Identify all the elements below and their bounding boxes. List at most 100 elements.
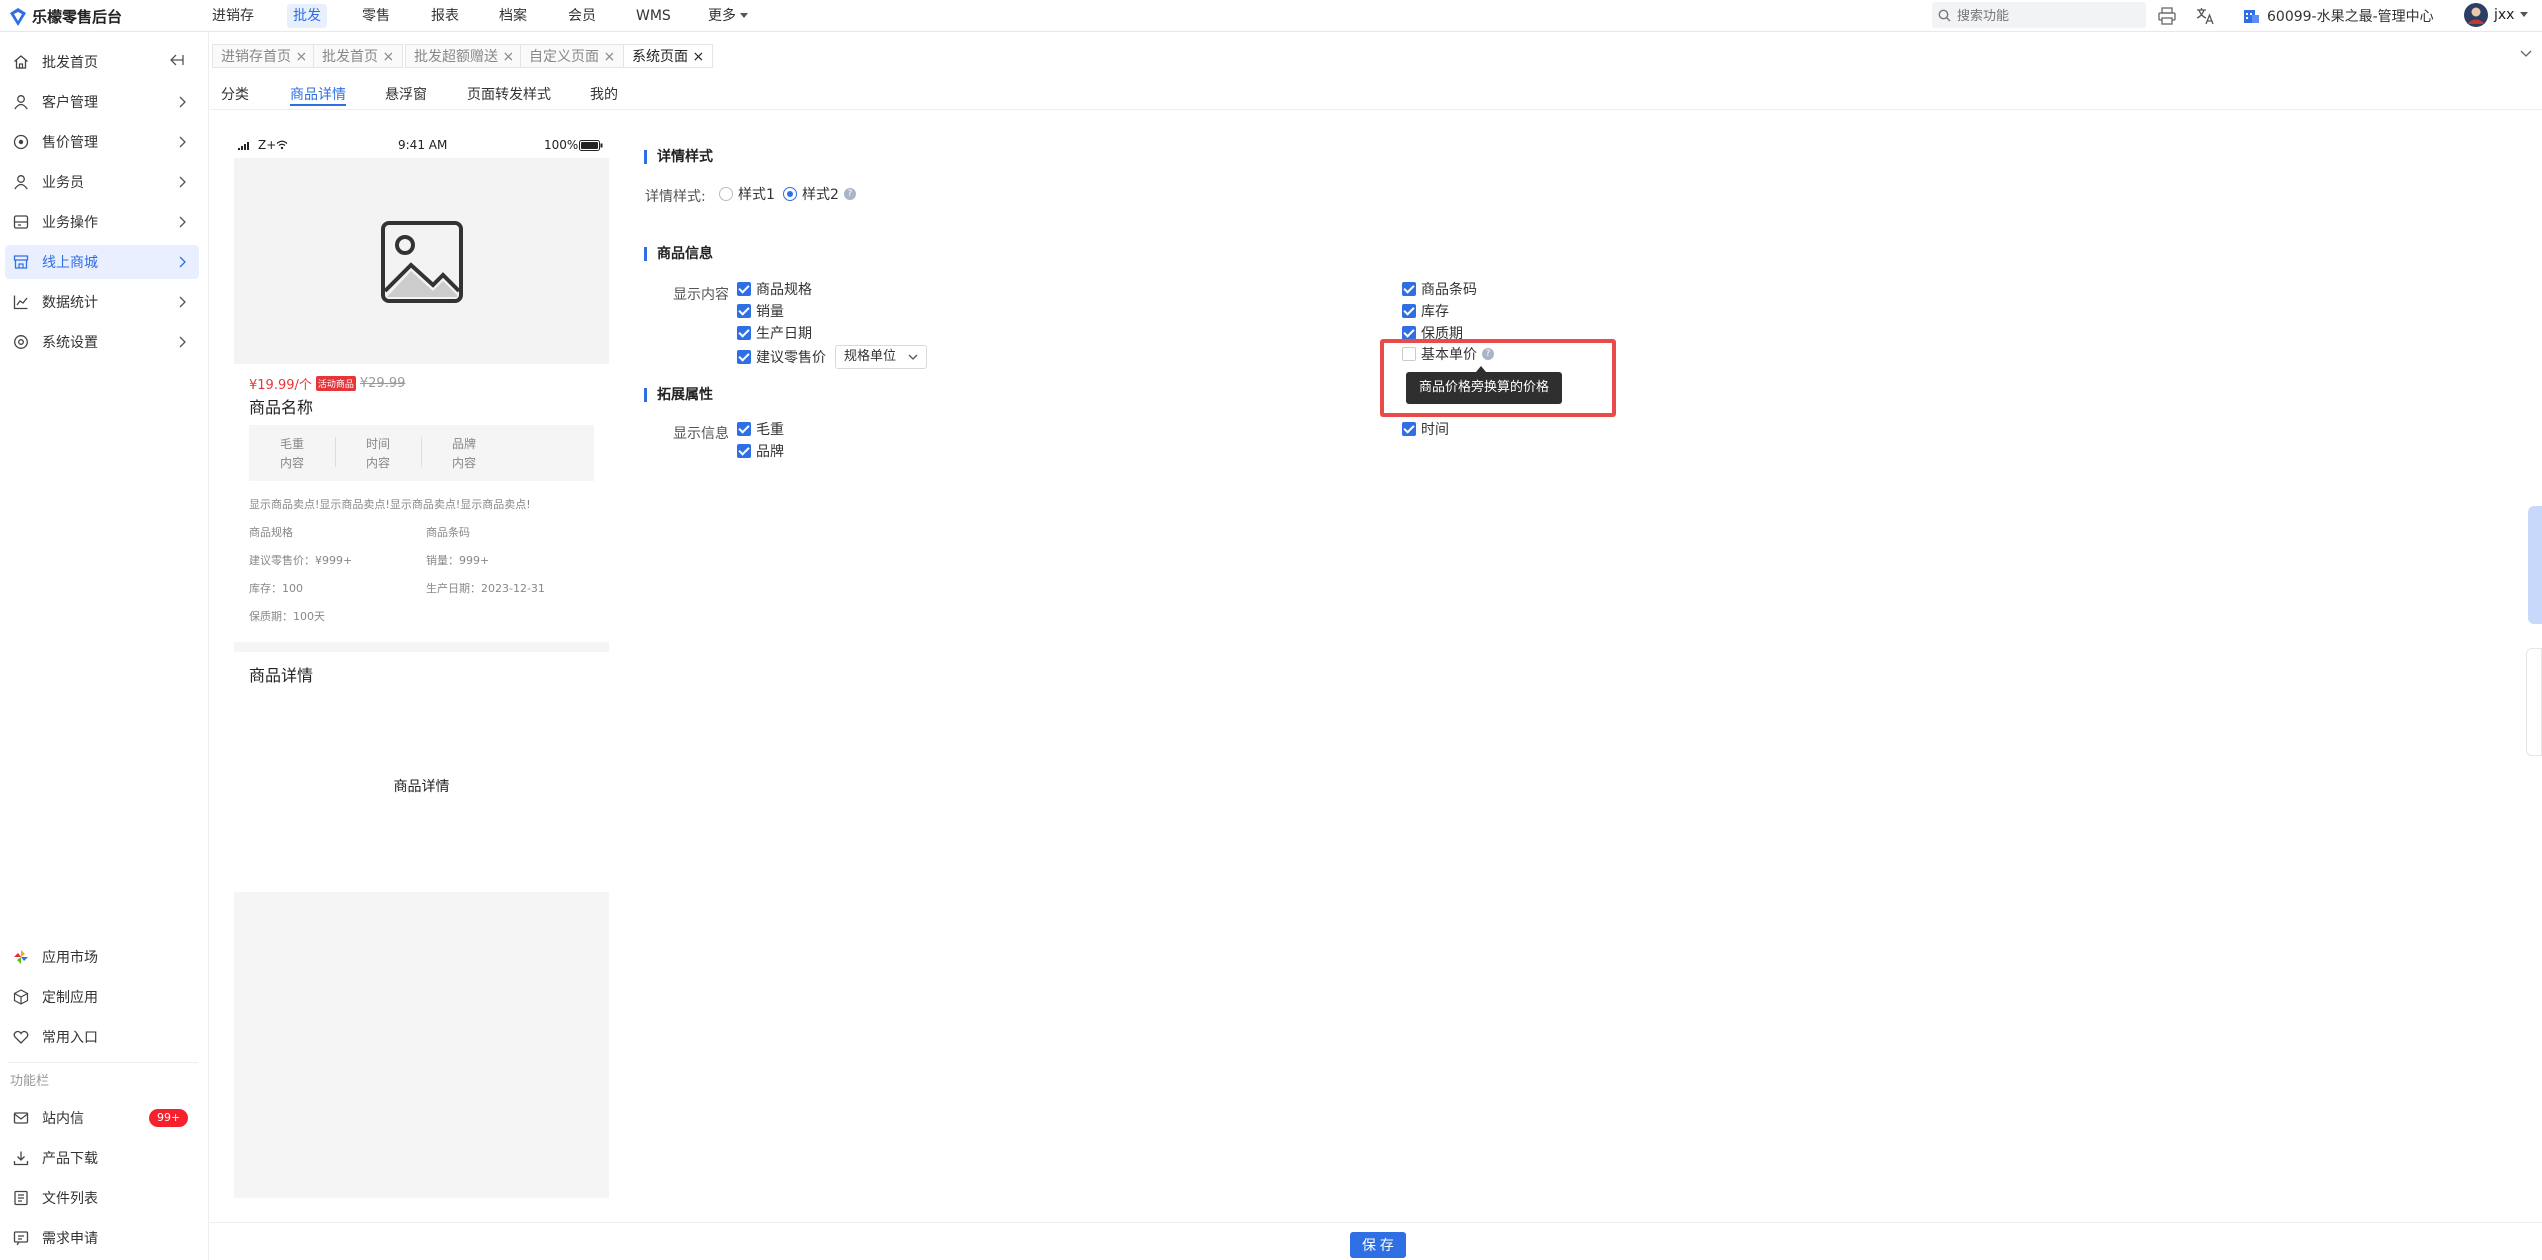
close-icon[interactable]: ×: [502, 49, 514, 65]
sidebar-item-messages[interactable]: 站内信 99+: [5, 1101, 199, 1135]
checkbox-checked[interactable]: [737, 444, 751, 458]
phone-time: 9:41 AM: [398, 138, 448, 152]
tab-custom-page[interactable]: 自定义页面 ×: [520, 44, 625, 68]
field-label: 生产日期: [756, 326, 812, 342]
radio-unchecked[interactable]: [719, 187, 733, 201]
ext-time-checkbox[interactable]: 时间: [1402, 420, 1449, 438]
checkbox-checked[interactable]: [1402, 282, 1416, 296]
topnav-item-retail[interactable]: 零售: [356, 4, 396, 28]
app-logo[interactable]: 乐檬零售后台: [10, 6, 122, 27]
sidebar-item-favorites[interactable]: 常用入口: [5, 1020, 199, 1054]
tab-system-page[interactable]: 系统页面 ×: [623, 44, 714, 68]
search-icon: [1938, 9, 1951, 21]
file-list-icon: [14, 1190, 28, 1206]
topnav-item-inventory[interactable]: 进销存: [206, 4, 260, 28]
sidebar-item-salesperson[interactable]: 业务员: [5, 165, 199, 199]
product-image-area: [234, 158, 609, 364]
subtab-floating-window[interactable]: 悬浮窗: [385, 84, 427, 104]
close-icon[interactable]: ×: [295, 49, 307, 65]
ext-brand-checkbox[interactable]: 品牌: [737, 442, 784, 460]
subtab-share-style[interactable]: 页面转发样式: [467, 84, 551, 104]
top-bar: 乐檬零售后台 进销存 批发 零售 报表 档案 会员 WMS 更多 60099-水…: [0, 0, 2542, 32]
close-icon[interactable]: ×: [382, 49, 394, 65]
chevron-down-icon[interactable]: [2520, 50, 2532, 58]
checkbox-checked[interactable]: [737, 282, 751, 296]
chevron-right-icon: [179, 96, 186, 108]
chart-icon: [13, 295, 28, 310]
sidebar-item-downloads[interactable]: 产品下载: [5, 1141, 199, 1175]
subtab-active-indicator: [290, 104, 346, 106]
checkbox-checked[interactable]: [737, 422, 751, 436]
unit-select[interactable]: 规格单位: [835, 345, 927, 369]
field-barcode-checkbox[interactable]: 商品条码: [1402, 280, 1477, 298]
detail-placeholder: 商品详情: [393, 779, 450, 795]
checkbox-checked[interactable]: [1402, 422, 1416, 436]
radio-checked[interactable]: [783, 187, 797, 201]
signal-icon: [238, 142, 249, 150]
user-menu[interactable]: jxx: [2464, 3, 2529, 27]
tab-wholesale-gift[interactable]: 批发超额赠送 ×: [405, 44, 524, 68]
operations-icon: [13, 215, 29, 229]
field-spec-checkbox[interactable]: 商品规格: [737, 280, 812, 298]
sidebar-item-online-mall[interactable]: 线上商城: [5, 245, 199, 279]
checkbox-checked[interactable]: [1402, 304, 1416, 318]
product-info-title: 商品信息: [644, 247, 713, 261]
chevron-right-icon: [179, 216, 186, 228]
subtab-category[interactable]: 分类: [221, 84, 249, 104]
field-sales-checkbox[interactable]: 销量: [737, 302, 784, 320]
topnav-item-wms[interactable]: WMS: [630, 4, 677, 28]
attr-key: 时间: [365, 437, 390, 451]
sidebar-item-settings[interactable]: 系统设置: [5, 325, 199, 359]
sidebar-item-customers[interactable]: 客户管理: [5, 85, 199, 119]
sidebar-item-label: 客户管理: [42, 95, 98, 111]
product-name: 商品名称: [249, 398, 314, 417]
sidebar-item-requests[interactable]: 需求申请: [5, 1221, 199, 1255]
subtab-mine[interactable]: 我的: [590, 84, 618, 104]
field-stock-checkbox[interactable]: 库存: [1402, 302, 1449, 320]
floating-panel[interactable]: [2526, 648, 2542, 756]
sidebar-item-wholesale-home[interactable]: 批发首页: [5, 45, 199, 79]
search-input[interactable]: [1957, 7, 2117, 23]
tab-inventory-home[interactable]: 进销存首页 ×: [212, 44, 317, 68]
checkbox-checked[interactable]: [737, 304, 751, 318]
close-icon[interactable]: ×: [603, 49, 615, 65]
sidebar-item-operations[interactable]: 业务操作: [5, 205, 199, 239]
printer-icon[interactable]: [2158, 7, 2176, 25]
sidebar-item-statistics[interactable]: 数据统计: [5, 285, 199, 319]
close-icon[interactable]: ×: [692, 49, 704, 65]
field-label: 毛重: [756, 422, 784, 438]
store-switcher[interactable]: 60099-水果之最-管理中心: [2243, 6, 2434, 26]
sidebar-item-file-list[interactable]: 文件列表: [5, 1181, 199, 1215]
field-retail-price-checkbox[interactable]: 建议零售价: [737, 348, 826, 366]
tab-label: 自定义页面: [529, 49, 599, 65]
translate-icon[interactable]: [2195, 6, 2215, 26]
home-icon: [14, 55, 28, 69]
sidebar-item-app-market[interactable]: 应用市场: [5, 940, 199, 974]
tab-wholesale-home[interactable]: 批发首页 ×: [313, 44, 404, 68]
field-prod-date-checkbox[interactable]: 生产日期: [737, 324, 812, 342]
save-button[interactable]: 保 存: [1350, 1232, 1406, 1258]
topnav-item-more[interactable]: 更多: [702, 4, 754, 28]
checkbox-checked[interactable]: [1402, 326, 1416, 340]
sidebar-item-pricing[interactable]: 售价管理: [5, 125, 199, 159]
search-box[interactable]: [1932, 2, 2146, 28]
topnav-item-archive[interactable]: 档案: [493, 4, 533, 28]
subtab-product-detail[interactable]: 商品详情: [290, 84, 346, 104]
sidebar-item-label: 批发首页: [42, 55, 98, 71]
price-icon: [13, 134, 29, 150]
topnav-item-wholesale[interactable]: 批发: [287, 4, 327, 28]
help-icon[interactable]: ?: [843, 188, 856, 200]
style2-radio[interactable]: 样式2 ?: [783, 185, 856, 203]
attribute-item: 毛重 内容: [249, 435, 335, 473]
style1-radio[interactable]: 样式1: [719, 185, 775, 203]
promo-tag: 活动商品: [315, 376, 356, 391]
checkbox-checked[interactable]: [737, 326, 751, 340]
floating-toolbar[interactable]: [2528, 506, 2542, 624]
ext-gross-weight-checkbox[interactable]: 毛重: [737, 420, 784, 438]
topnav-item-reports[interactable]: 报表: [425, 4, 465, 28]
topnav-item-members[interactable]: 会员: [562, 4, 602, 28]
sidebar-item-custom-apps[interactable]: 定制应用: [5, 980, 199, 1014]
checkbox-checked[interactable]: [737, 350, 751, 364]
heart-icon: [13, 1030, 29, 1044]
user-icon: [14, 175, 28, 190]
